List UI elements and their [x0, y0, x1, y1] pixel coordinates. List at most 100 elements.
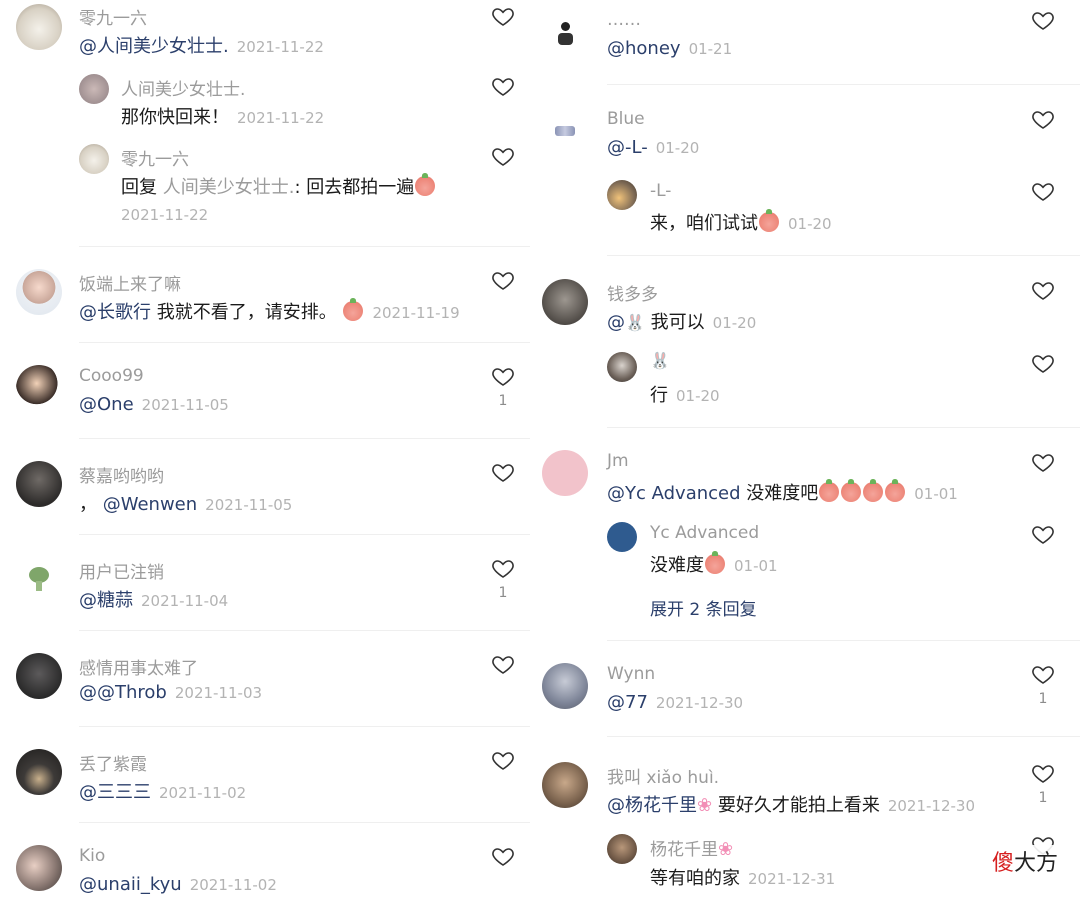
- mention-link[interactable]: @杨花千里: [607, 795, 697, 816]
- watermark-red-char: 傻: [991, 851, 1014, 876]
- like-heart-icon[interactable]: [1031, 8, 1055, 32]
- comment-author[interactable]: 用户已注销: [79, 558, 164, 583]
- like-heart-icon[interactable]: [491, 268, 515, 292]
- avatar[interactable]: [542, 450, 588, 496]
- like-heart-icon[interactable]: [1031, 351, 1055, 375]
- avatar[interactable]: [542, 12, 588, 58]
- watermark-text: 大方: [1013, 851, 1058, 876]
- avatar[interactable]: [542, 108, 588, 154]
- mention-link[interactable]: @长歌行: [79, 302, 151, 323]
- avatar[interactable]: [16, 845, 62, 891]
- avatar[interactable]: [607, 352, 637, 382]
- reply-date: 2021-11-22: [121, 206, 209, 224]
- mention-link[interactable]: @unaii_kyu: [79, 874, 182, 895]
- mention-link[interactable]: @糖蒜: [79, 590, 133, 611]
- reply-to-user[interactable]: 人间美少女壮士.: [163, 177, 295, 198]
- reply-author[interactable]: Yc Advanced: [650, 523, 759, 543]
- like-heart-icon[interactable]: [1031, 107, 1055, 131]
- divider: [79, 438, 530, 439]
- like-heart-icon[interactable]: [1031, 179, 1055, 203]
- like-heart-icon[interactable]: [491, 144, 515, 168]
- mention-link[interactable]: @Yc Advanced: [607, 483, 741, 504]
- mention-link[interactable]: @-L-: [607, 137, 648, 158]
- mention-link[interactable]: @honey: [607, 38, 681, 59]
- comment-author[interactable]: Kio: [79, 846, 105, 866]
- like-heart-icon[interactable]: [491, 748, 515, 772]
- avatar[interactable]: [542, 663, 588, 709]
- reply-author[interactable]: 人间美少女壮士.: [121, 75, 245, 100]
- avatar[interactable]: [16, 461, 62, 507]
- avatar[interactable]: [607, 180, 637, 210]
- like-heart-icon[interactable]: [491, 844, 515, 868]
- reply-text: 行 01-20: [650, 381, 720, 407]
- comment-author[interactable]: Jm: [607, 451, 629, 471]
- divider: [79, 534, 530, 535]
- cherry-blossom-icon: ❀: [697, 795, 713, 816]
- reply-author[interactable]: -L-: [650, 181, 671, 201]
- comment-author[interactable]: 零九一六: [79, 4, 147, 29]
- like-heart-icon[interactable]: [1031, 450, 1055, 474]
- mention-link[interactable]: @77: [607, 692, 648, 713]
- peach-emoji-icon: [343, 298, 364, 321]
- comment-author[interactable]: 感情用事太难了: [79, 654, 198, 679]
- avatar[interactable]: [16, 749, 62, 795]
- like-heart-icon[interactable]: [491, 460, 515, 484]
- comment-author[interactable]: 我叫 xiǎo huì.: [607, 763, 719, 788]
- reply-text: 那你快回来！ 2021-11-22: [121, 103, 324, 129]
- broccoli-stem: [36, 581, 42, 591]
- bunny-icon: 🐰: [625, 313, 645, 332]
- avatar[interactable]: [16, 557, 62, 603]
- like-heart-icon[interactable]: [491, 74, 515, 98]
- like-heart-icon[interactable]: [1031, 662, 1055, 686]
- avatar[interactable]: [16, 365, 62, 411]
- expand-replies-link[interactable]: 展开 2 条回复: [650, 595, 757, 620]
- avatar[interactable]: [607, 522, 637, 552]
- mention-link[interactable]: @@Throb: [79, 682, 167, 703]
- mention-link[interactable]: @One: [79, 394, 134, 415]
- peach-emoji-icon: [885, 479, 906, 502]
- reply-date: 01-20: [788, 215, 832, 233]
- like-heart-icon[interactable]: [491, 364, 515, 388]
- comment-date: 2021-12-30: [655, 694, 744, 712]
- mention-link[interactable]: @: [607, 312, 625, 333]
- comment-author[interactable]: 钱多多: [607, 280, 658, 305]
- avatar[interactable]: [16, 653, 62, 699]
- comment-text: @人间美少女壮士. 2021-11-22: [79, 32, 324, 58]
- comment-author[interactable]: 丢了紫霞: [79, 750, 147, 775]
- reply-text: 来，咱们试试 01-20: [650, 209, 832, 235]
- avatar[interactable]: [79, 74, 109, 104]
- avatar[interactable]: [16, 4, 62, 50]
- comment-author[interactable]: Wynn: [607, 664, 655, 684]
- avatar[interactable]: [542, 279, 588, 325]
- like-heart-icon[interactable]: [1031, 761, 1055, 785]
- mention-link[interactable]: @三三三: [79, 782, 151, 803]
- like-heart-icon[interactable]: [491, 652, 515, 676]
- mention-link[interactable]: @人间美少女壮士.: [79, 36, 229, 57]
- like-heart-icon[interactable]: [491, 4, 515, 28]
- comment-body: 要好久才能拍上看来: [712, 795, 880, 816]
- reply-body: 没难度: [650, 555, 704, 576]
- comment-body: 没难度吧: [740, 483, 819, 504]
- mention-link[interactable]: @Wenwen: [103, 494, 197, 515]
- reply-author[interactable]: 杨花千里❀: [650, 835, 733, 860]
- comment-prefix: ，: [79, 494, 97, 515]
- comment-author[interactable]: 蔡嘉哟哟哟: [79, 462, 164, 487]
- reply-author-bunny-icon[interactable]: 🐰: [650, 351, 670, 371]
- divider: [607, 84, 1080, 85]
- reply-text: 没难度 01-01: [650, 551, 778, 577]
- comment-date: 2021-11-04: [141, 592, 229, 610]
- avatar[interactable]: [542, 762, 588, 808]
- comment-author[interactable]: 饭端上来了嘛: [79, 270, 181, 295]
- comment-date: 2021-11-19: [372, 304, 460, 322]
- comment-date: 2021-11-02: [189, 876, 277, 894]
- like-heart-icon[interactable]: [1031, 278, 1055, 302]
- like-heart-icon[interactable]: [491, 556, 515, 580]
- reply-author[interactable]: 零九一六: [121, 145, 189, 170]
- avatar[interactable]: [16, 269, 62, 315]
- avatar[interactable]: [79, 144, 109, 174]
- comment-author[interactable]: Cooo99: [79, 366, 144, 386]
- comment-author[interactable]: Blue: [607, 109, 645, 129]
- comment-author[interactable]: ……: [607, 10, 641, 30]
- avatar[interactable]: [607, 834, 637, 864]
- like-heart-icon[interactable]: [1031, 522, 1055, 546]
